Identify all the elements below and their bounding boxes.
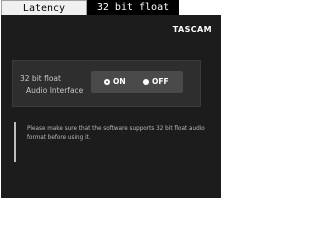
- audio-interface-setting: 32 bit float Audio Interface ON OFF: [12, 60, 201, 107]
- tab-32-bit-float[interactable]: 32 bit float: [87, 0, 179, 15]
- tascam-logo: TASCAM: [172, 25, 212, 34]
- radio-selected-icon: [104, 79, 110, 85]
- radio-off[interactable]: OFF: [143, 77, 169, 87]
- setting-label: 32 bit float Audio Interface: [20, 73, 83, 97]
- radio-off-label: OFF: [152, 77, 169, 86]
- setting-label-line2: Audio Interface: [26, 86, 84, 95]
- info-note: Please make sure that the software suppo…: [14, 122, 209, 162]
- tab-latency[interactable]: Latency: [1, 0, 87, 15]
- setting-label-line1: 32 bit float: [20, 74, 61, 83]
- on-off-radio-group: ON OFF: [91, 71, 183, 93]
- radio-on-label: ON: [113, 77, 126, 86]
- radio-unselected-icon: [143, 79, 149, 85]
- radio-on[interactable]: ON: [104, 77, 126, 87]
- tab-bar: Latency 32 bit float: [0, 0, 225, 15]
- note-accent-bar: [14, 122, 16, 162]
- note-text: Please make sure that the software suppo…: [27, 126, 205, 141]
- settings-panel: TASCAM 32 bit float Audio Interface ON O…: [1, 15, 221, 198]
